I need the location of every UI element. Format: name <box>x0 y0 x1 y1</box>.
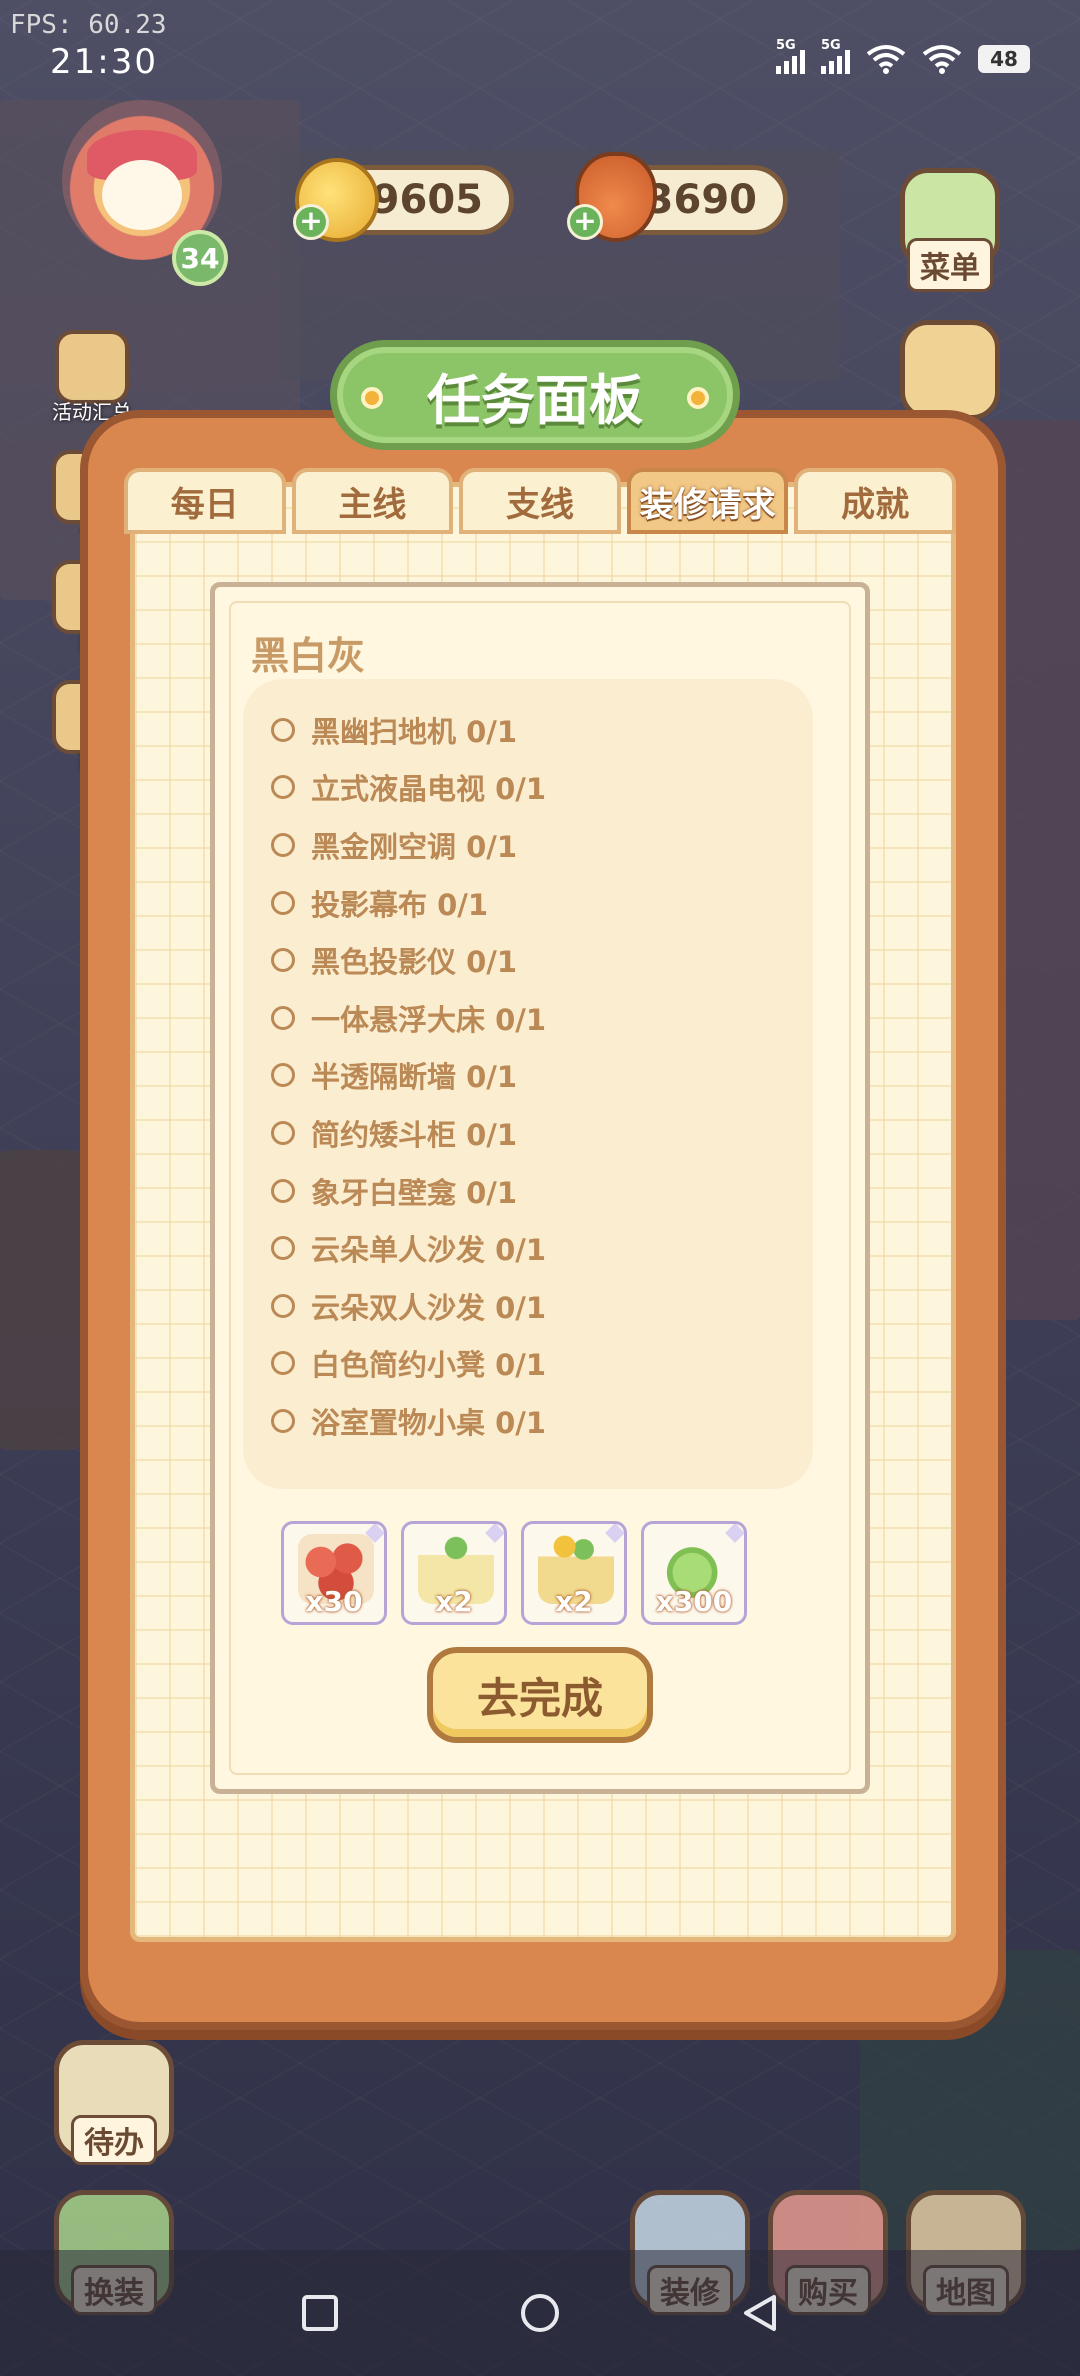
task-label: 一体悬浮大床 0/1 <box>311 1002 547 1037</box>
reward-item[interactable]: x2 <box>521 1521 627 1625</box>
task-label: 黑金刚空调 0/1 <box>311 829 518 864</box>
signal-icon: 5G <box>821 38 850 74</box>
checkbox-icon <box>271 1063 295 1088</box>
list-item: 简约矮斗柜 0/1 <box>243 1104 813 1162</box>
task-list: 黑幽扫地机 0/1 立式液晶电视 0/1 黑金刚空调 0/1 投影幕布 0/1 … <box>243 679 813 1489</box>
request-title: 黑白灰 <box>251 634 366 678</box>
battery-indicator: 48 <box>978 45 1030 73</box>
checkbox-icon <box>271 1236 295 1261</box>
piggy-bank-icon <box>900 320 1000 420</box>
panel-title-text: 任务面板 <box>427 368 643 432</box>
status-time: 21:30 <box>50 42 158 82</box>
avatar-face <box>102 160 182 230</box>
task-label: 云朵单人沙发 0/1 <box>311 1233 547 1268</box>
task-label: 立式液晶电视 0/1 <box>311 772 547 807</box>
status-icons: 5G 5G 48 <box>776 38 1030 74</box>
checkbox-icon <box>271 890 295 915</box>
list-item: 云朵双人沙发 0/1 <box>243 1277 813 1335</box>
title-bolt-icon <box>361 387 383 409</box>
reward-item[interactable]: x30 <box>281 1521 387 1625</box>
list-item: 黑金刚空调 0/1 <box>243 816 813 874</box>
task-label: 黑幽扫地机 0/1 <box>311 714 518 749</box>
activity-icon <box>55 330 129 404</box>
list-item: 象牙白壁龛 0/1 <box>243 1162 813 1220</box>
reward-qty: x2 <box>435 1585 473 1618</box>
checkbox-icon <box>271 1120 295 1145</box>
recents-icon[interactable] <box>300 2293 340 2333</box>
checkbox-icon <box>271 1178 295 1203</box>
task-tabs: 每日 主线 支线 装修请求 成就 <box>124 468 962 534</box>
task-label: 白色简约小凳 0/1 <box>311 1348 547 1383</box>
task-label: 投影幕布 0/1 <box>311 887 489 922</box>
piggy-bank-button[interactable] <box>900 320 1000 420</box>
todo-button[interactable]: 待办 <box>54 2040 174 2165</box>
list-item: 云朵单人沙发 0/1 <box>243 1219 813 1277</box>
checkbox-icon <box>271 717 295 742</box>
carrot-counter[interactable]: + 3690 <box>567 152 788 242</box>
tab-main[interactable]: 主线 <box>291 468 454 534</box>
wifi-icon <box>866 45 906 74</box>
task-label: 黑色投影仪 0/1 <box>311 945 518 980</box>
checkbox-icon <box>271 1005 295 1030</box>
add-coins-icon[interactable]: + <box>293 204 329 240</box>
task-label: 简约矮斗柜 0/1 <box>311 1117 518 1152</box>
signal-icon: 5G <box>776 38 805 74</box>
wifi-icon <box>922 45 962 74</box>
coin-counter[interactable]: + 9605 <box>293 158 514 242</box>
list-item: 黑色投影仪 0/1 <box>243 931 813 989</box>
back-icon[interactable] <box>740 2293 780 2333</box>
system-nav-bar <box>0 2250 1080 2376</box>
home-icon[interactable] <box>520 2293 560 2333</box>
task-label: 象牙白壁龛 0/1 <box>311 1175 518 1210</box>
menu-label: 菜单 <box>907 238 993 292</box>
add-carrots-icon[interactable]: + <box>567 204 603 240</box>
list-item: 半透隔断墙 0/1 <box>243 1047 813 1105</box>
coin-amount: 9605 <box>371 177 483 223</box>
tab-achievements[interactable]: 成就 <box>794 468 956 534</box>
checkbox-icon <box>271 948 295 973</box>
todo-label: 待办 <box>71 2115 157 2165</box>
level-badge: 34 <box>172 230 228 286</box>
list-item: 立式液晶电视 0/1 <box>243 759 813 817</box>
panel-title: 任务面板 <box>330 340 740 450</box>
checkbox-icon <box>271 1293 295 1318</box>
reward-item[interactable]: x300 <box>641 1521 747 1625</box>
reward-item[interactable]: x2 <box>401 1521 507 1625</box>
checkbox-icon <box>271 775 295 800</box>
reward-qty: x30 <box>305 1585 363 1618</box>
checkbox-icon <box>271 1351 295 1376</box>
go-complete-button[interactable]: 去完成 <box>427 1647 653 1743</box>
tab-daily[interactable]: 每日 <box>124 468 286 534</box>
task-label: 云朵双人沙发 0/1 <box>311 1290 547 1325</box>
reward-list: x30 x2 x2 x300 <box>281 1521 747 1625</box>
menu-button[interactable]: 菜单 <box>900 168 1000 292</box>
fps-counter: FPS: 60.23 <box>10 10 167 40</box>
list-item: 黑幽扫地机 0/1 <box>243 701 813 759</box>
list-item: 一体悬浮大床 0/1 <box>243 989 813 1047</box>
reward-qty: x2 <box>555 1585 593 1618</box>
task-label: 浴室置物小桌 0/1 <box>311 1405 547 1440</box>
reward-qty: x300 <box>655 1585 733 1618</box>
task-label: 半透隔断墙 0/1 <box>311 1060 518 1095</box>
tab-decoration-requests[interactable]: 装修请求 <box>626 468 789 534</box>
checkbox-icon <box>271 832 295 857</box>
title-bolt-icon <box>687 387 709 409</box>
carrot-amount: 3690 <box>645 177 757 223</box>
list-item: 浴室置物小桌 0/1 <box>243 1392 813 1450</box>
activity-summary-button[interactable]: 活动汇总 <box>52 330 132 425</box>
request-card: 黑白灰 黑幽扫地机 0/1 立式液晶电视 0/1 黑金刚空调 0/1 投影幕布 … <box>210 582 870 1794</box>
list-item: 白色简约小凳 0/1 <box>243 1335 813 1393</box>
checkbox-icon <box>271 1408 295 1433</box>
list-item: 投影幕布 0/1 <box>243 874 813 932</box>
tab-side[interactable]: 支线 <box>459 468 621 534</box>
